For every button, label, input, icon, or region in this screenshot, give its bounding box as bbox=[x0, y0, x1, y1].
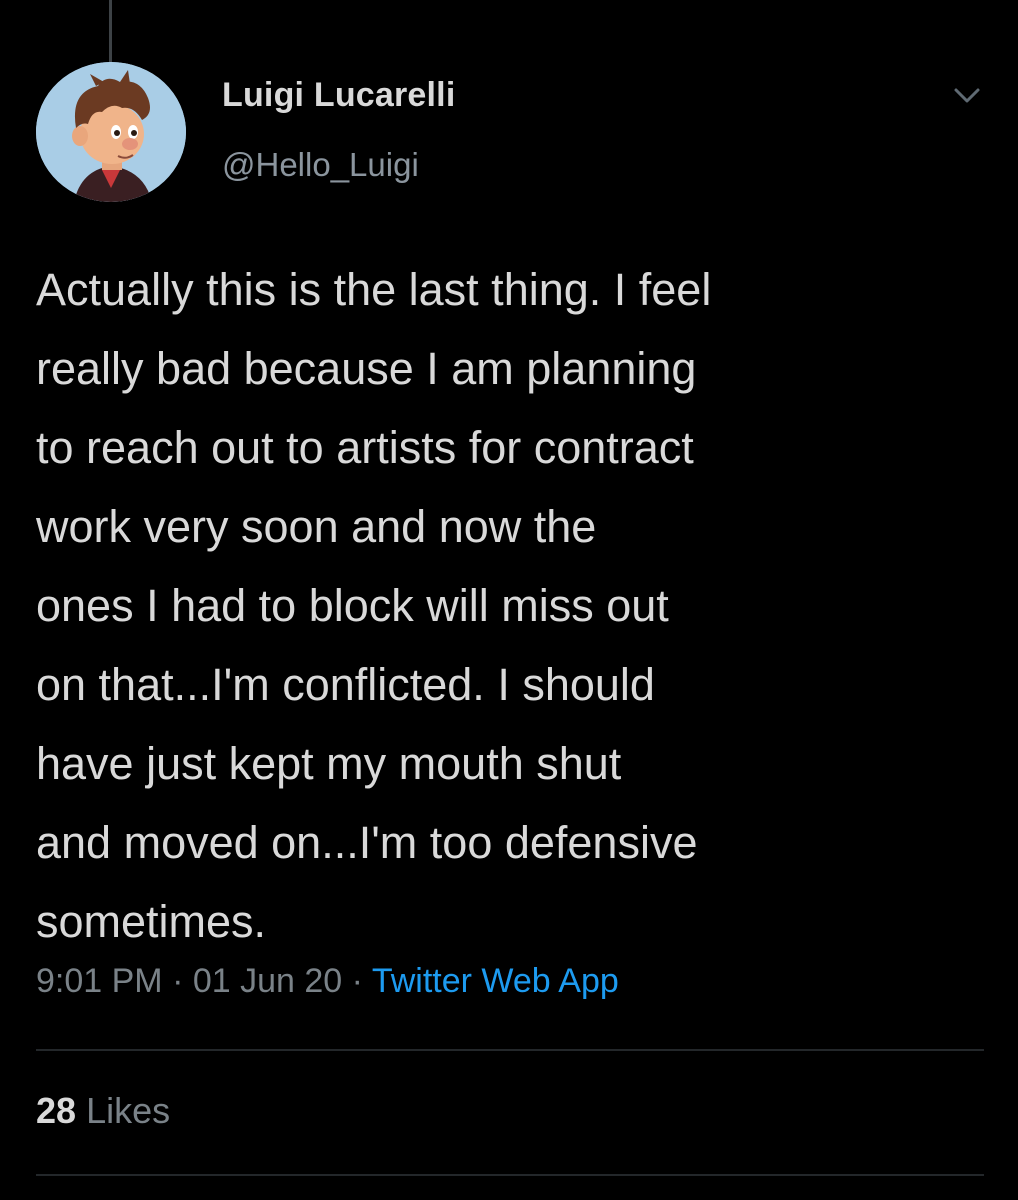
tweet-text-line: really bad because I am planning bbox=[36, 343, 697, 394]
meta-separator: · bbox=[172, 962, 184, 1000]
tweet-header: Luigi Lucarelli @Hello_Luigi bbox=[36, 62, 986, 202]
author-display-name[interactable]: Luigi Lucarelli bbox=[222, 76, 455, 115]
meta-separator: · bbox=[351, 962, 363, 1000]
tweet-source-link[interactable]: Twitter Web App bbox=[372, 962, 619, 1000]
avatar[interactable] bbox=[36, 62, 186, 202]
chevron-down-icon[interactable] bbox=[950, 78, 984, 112]
divider bbox=[36, 1049, 984, 1051]
tweet-text-line: sometimes. bbox=[36, 896, 267, 947]
tweet-text-line: to reach out to artists for contract bbox=[36, 422, 694, 473]
likes-label: Likes bbox=[86, 1090, 171, 1131]
tweet-text-line: work very soon and now the bbox=[36, 501, 597, 552]
tweet-metadata: 9:01 PM · 01 Jun 20 · Twitter Web App bbox=[36, 962, 619, 1001]
tweet-text-line: and moved on...I'm too defensive bbox=[36, 817, 698, 868]
likes-stat[interactable]: 28 Likes bbox=[36, 1090, 170, 1132]
author-handle[interactable]: @Hello_Luigi bbox=[222, 146, 419, 184]
cartoon-boy-avatar-icon bbox=[36, 62, 186, 202]
tweet-text-line: ones I had to block will miss out bbox=[36, 580, 669, 631]
tweet-date[interactable]: 01 Jun 20 bbox=[193, 962, 342, 1000]
tweet-text-line: on that...I'm conflicted. I should bbox=[36, 659, 655, 710]
tweet-time[interactable]: 9:01 PM bbox=[36, 962, 163, 1000]
tweet-text-line: Actually this is the last thing. I feel bbox=[36, 264, 712, 315]
thread-connector-line bbox=[109, 0, 112, 62]
tweet-body: Actually this is the last thing. I feel … bbox=[36, 250, 996, 961]
tweet-text-line: have just kept my mouth shut bbox=[36, 738, 622, 789]
divider bbox=[36, 1174, 984, 1176]
likes-count: 28 bbox=[36, 1090, 77, 1131]
